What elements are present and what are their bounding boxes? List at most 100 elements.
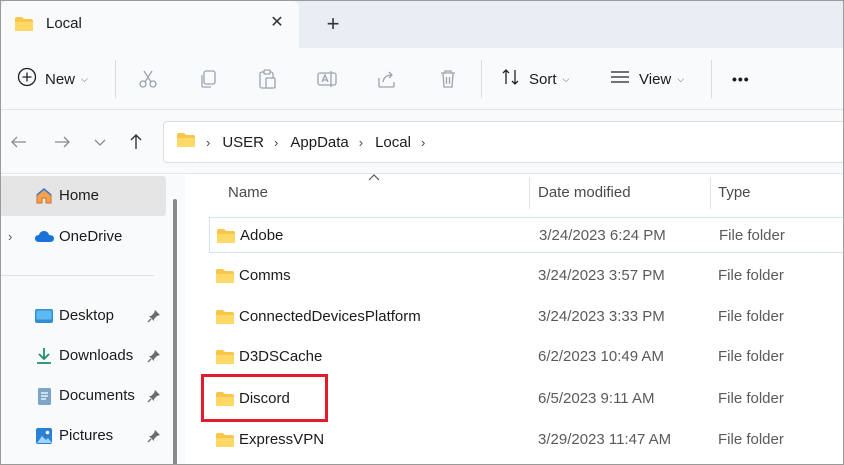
sidebar-item-label: OneDrive [59, 228, 123, 245]
desktop-icon [34, 306, 54, 326]
file-date-modified: 3/24/2023 3:57 PM [538, 267, 665, 284]
chevron-right-icon[interactable]: › [359, 135, 363, 150]
sidebar-item-label: Documents [59, 387, 135, 404]
view-label: View [639, 70, 672, 88]
close-icon[interactable]: ✕ [265, 11, 289, 35]
sidebar-item-label: Home [59, 187, 100, 204]
sort-ascending-icon [368, 173, 380, 184]
sidebar-item-downloads[interactable]: Downloads [0, 336, 166, 376]
copy-icon[interactable] [195, 66, 221, 92]
file-name: Discord [239, 390, 290, 407]
file-name: ExpressVPN [239, 431, 325, 448]
cut-icon[interactable] [135, 66, 161, 92]
folder-icon [215, 268, 235, 288]
view-list-icon [609, 67, 631, 91]
file-date-modified: 3/29/2023 11:47 AM [538, 431, 672, 448]
new-label: New [45, 70, 76, 88]
file-list: Name Date modified Type Adobe 3/24/2023 … [185, 173, 844, 465]
address-bar[interactable]: › USER › AppData › Local › [163, 121, 844, 163]
chevron-right-icon[interactable]: › [421, 135, 425, 150]
separator [711, 60, 712, 98]
share-icon[interactable] [374, 66, 400, 92]
breadcrumb: › USER › AppData › Local › [176, 122, 437, 162]
column-header-name[interactable]: Name [228, 184, 268, 201]
paste-icon[interactable] [254, 66, 280, 92]
chevron-down-icon: ⌵ [81, 73, 88, 84]
chevron-right-icon[interactable]: › [8, 229, 12, 244]
sort-button[interactable]: Sort ⌵ [501, 64, 569, 94]
table-row[interactable]: D3DSCache 6/2/2023 10:49 AM File folder [209, 339, 844, 375]
sidebar-item-label: Downloads [59, 347, 134, 364]
back-arrow-icon[interactable] [5, 128, 33, 156]
file-type: File folder [718, 348, 784, 365]
pin-icon[interactable] [146, 428, 162, 444]
chevron-down-icon: ⌵ [562, 73, 570, 84]
command-bar: New ⌵ Sort ⌵ View ⌵ ••• [0, 48, 844, 110]
sidebar-item-home[interactable]: Home [0, 176, 166, 216]
new-button[interactable]: New ⌵ [17, 64, 88, 94]
file-date-modified: 6/5/2023 9:11 AM [538, 390, 655, 407]
file-name: Adobe [240, 227, 284, 244]
folder-icon [14, 16, 34, 37]
sidebar-item-desktop[interactable]: Desktop [0, 296, 166, 336]
table-row[interactable]: Comms 3/24/2023 3:57 PM File folder [209, 258, 844, 294]
forward-arrow-icon[interactable] [48, 128, 76, 156]
file-type: File folder [718, 308, 784, 325]
cloud-icon [34, 227, 54, 247]
column-divider[interactable] [529, 177, 530, 209]
view-button[interactable]: View ⌵ [609, 64, 684, 94]
breadcrumb-item[interactable]: USER [222, 134, 264, 151]
table-row[interactable]: ConnectedDevicesPlatform 3/24/2023 3:33 … [209, 299, 844, 335]
tab-local[interactable]: Local ✕ [1, 1, 299, 48]
file-type: File folder [719, 227, 785, 244]
file-type: File folder [718, 267, 784, 284]
breadcrumb-item[interactable]: AppData [290, 134, 348, 151]
delete-icon[interactable] [435, 66, 461, 92]
table-row[interactable]: Adobe 3/24/2023 6:24 PM File folder [209, 217, 844, 253]
pin-icon[interactable] [146, 348, 162, 364]
breadcrumb-item[interactable]: Local [375, 134, 411, 151]
folder-icon [176, 132, 196, 152]
folder-icon [215, 349, 235, 369]
file-type: File folder [718, 390, 784, 407]
column-divider[interactable] [710, 177, 711, 209]
sidebar-scrollbar[interactable] [173, 199, 177, 465]
folder-icon [215, 432, 235, 452]
folder-icon [215, 391, 235, 411]
pin-icon[interactable] [146, 308, 162, 324]
file-name: Comms [239, 267, 291, 284]
rename-icon[interactable] [314, 66, 340, 92]
column-header-type[interactable]: Type [718, 184, 751, 201]
home-icon [34, 186, 54, 206]
up-arrow-icon[interactable] [122, 128, 150, 156]
pin-icon[interactable] [146, 388, 162, 404]
recent-locations-chevron-icon[interactable] [86, 128, 114, 156]
chevron-down-icon: ⌵ [677, 73, 685, 84]
chevron-right-icon[interactable]: › [274, 135, 278, 150]
more-options-button[interactable]: ••• [732, 64, 750, 94]
separator [115, 60, 116, 98]
file-name: ConnectedDevicesPlatform [239, 308, 421, 325]
plus-circle-icon [17, 67, 37, 91]
tab-title: Local [46, 15, 82, 32]
divider [0, 275, 154, 276]
file-name: D3DSCache [239, 348, 323, 365]
folder-icon [216, 228, 236, 248]
table-row[interactable]: ExpressVPN 3/29/2023 11:47 AM File folde… [209, 422, 844, 458]
sidebar-item-documents[interactable]: Documents [0, 376, 166, 416]
sidebar-item-label: Desktop [59, 307, 115, 324]
column-header-date-modified[interactable]: Date modified [538, 184, 631, 201]
document-icon [34, 386, 54, 406]
chevron-right-icon[interactable]: › [206, 135, 210, 150]
sidebar-item-pictures[interactable]: Pictures [0, 416, 166, 456]
navigation-pane: Home › OneDrive Desktop Downloads Docume… [0, 175, 185, 465]
table-row[interactable]: Discord 6/5/2023 9:11 AM File folder [209, 381, 844, 417]
more-icon: ••• [732, 71, 750, 87]
sort-label: Sort [529, 70, 557, 88]
picture-icon [34, 426, 54, 446]
file-date-modified: 3/24/2023 6:24 PM [539, 227, 666, 244]
sort-icon [501, 67, 521, 91]
download-icon [34, 346, 54, 366]
sidebar-item-onedrive[interactable]: › OneDrive [0, 217, 166, 257]
new-tab-button[interactable]: + [320, 11, 346, 37]
